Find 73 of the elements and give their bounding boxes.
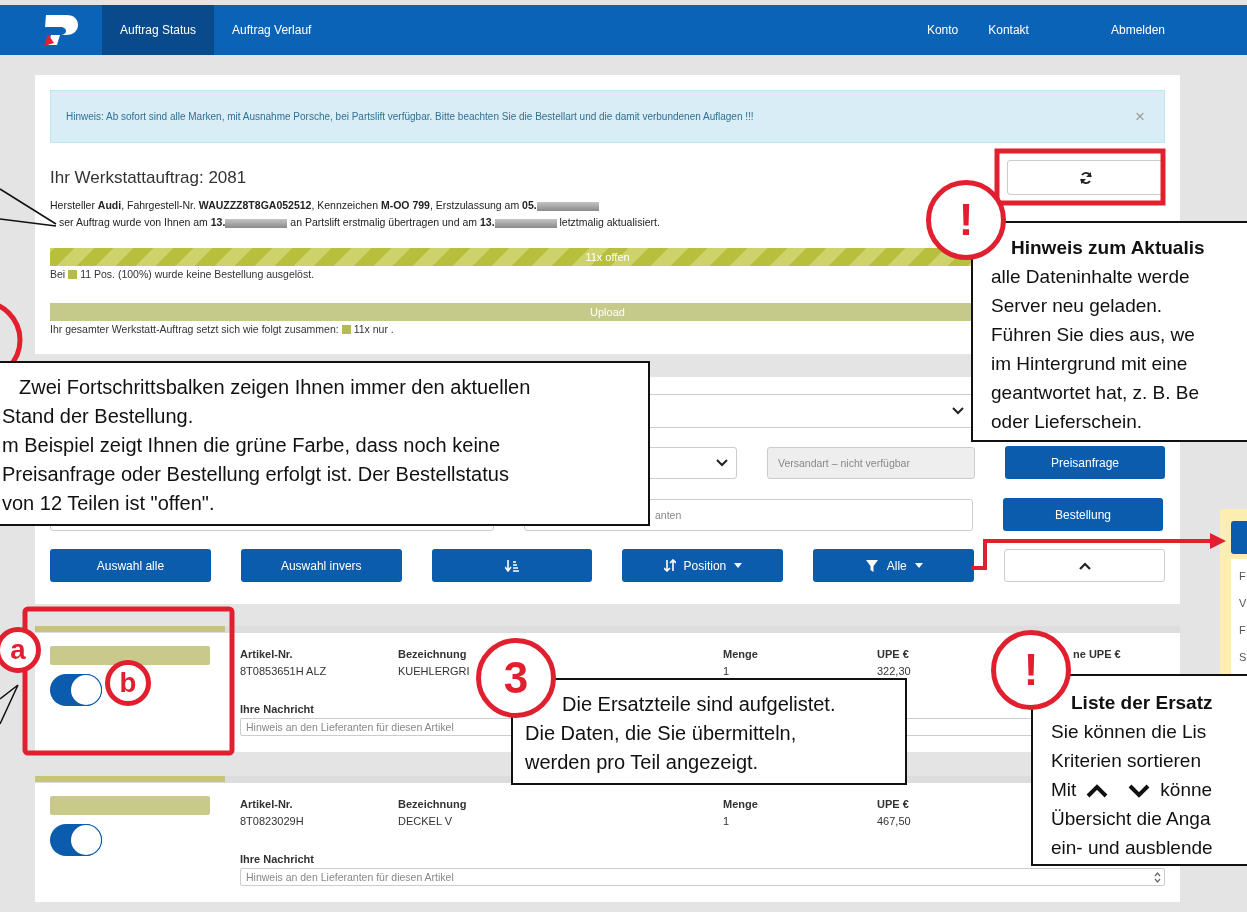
- callout-text: m Beispiel zeigt Ihnen die grüne Farbe, dass noch keine: [2, 433, 501, 458]
- quantity-value: 1: [723, 814, 730, 829]
- callout-text: geantwortet hat, z. B. Be: [991, 381, 1200, 405]
- callout-text: Führen Sie dies aus, we: [991, 323, 1195, 347]
- callout-text: werden pro Teil angezeigt.: [525, 750, 759, 775]
- toggle-switch[interactable]: [50, 674, 102, 706]
- article-number: 8T0823029H: [240, 814, 304, 829]
- callout-text: Übersicht die Anga: [1051, 807, 1211, 831]
- nav-tab[interactable]: Auftrag Verlauf: [214, 5, 330, 55]
- callout-text: Die Daten, die Sie übermitteln,: [525, 721, 797, 746]
- toggle-switch[interactable]: [50, 824, 102, 856]
- nav-link[interactable]: Abmelden: [1095, 5, 1180, 55]
- caret-icon: [734, 563, 743, 568]
- callout-text: im Hintergrund mit eine: [991, 352, 1188, 376]
- filter-button[interactable]: Alle: [813, 549, 975, 582]
- quantity-value: 1: [723, 664, 730, 679]
- price-value: 322,30: [877, 664, 911, 679]
- notice-text: Hinweis: Ab sofort sind alle Marken, mit Ausnahme Porsche, bei Partslift verfügbar. Bitte beachten Sie die Bestellart und die damit verbundenen Auflagen !!!: [66, 111, 754, 122]
- column-label: Artikel-Nr.: [240, 647, 293, 662]
- callout-text: Die Ersatzteile sind aufgelistet.: [562, 692, 836, 717]
- callout-text: Mit könne: [1051, 778, 1213, 802]
- nav-tab[interactable]: Auftrag Status: [102, 5, 215, 55]
- column-label: Bezeichnung: [398, 647, 467, 662]
- spinner-icon: [1154, 871, 1161, 883]
- column-label: Menge: [723, 797, 758, 812]
- message-label: Ihre Nachricht: [240, 852, 314, 867]
- chevron-down-icon: [1128, 784, 1151, 798]
- sort-direction-button[interactable]: [431, 549, 593, 582]
- filter-option[interactable]: F: [1239, 563, 1247, 590]
- callout-text: Stand der Bestellung.: [2, 404, 194, 429]
- callout-text: Zwei Fortschrittsbalken zeigen Ihnen immer den aktuellen: [19, 375, 531, 400]
- callout-text: Sie können die Lis: [1051, 720, 1207, 744]
- sort-icon: [663, 559, 676, 572]
- filter-option[interactable]: V: [1239, 590, 1247, 617]
- message-input[interactable]: Hinweis an den Lieferanten für diesen Artikel: [240, 868, 1165, 886]
- filter-option[interactable]: S: [1239, 644, 1247, 671]
- nav-link[interactable]: Kontakt: [973, 5, 1044, 55]
- price-request-button[interactable]: Preisanfrage: [1005, 446, 1165, 479]
- chevron-down-icon: [716, 458, 728, 467]
- column-label: UPE €: [877, 647, 909, 662]
- callout-text: Kriterien sortieren: [1051, 749, 1201, 773]
- column-label: Bezeichnung: [398, 797, 467, 812]
- caret-icon: [914, 563, 923, 568]
- nav-link[interactable]: Konto: [911, 5, 974, 55]
- filter-icon: [864, 558, 879, 573]
- callout-pointer-drawing: [0, 684, 19, 725]
- callout-heading: Liste der Ersatz: [1071, 691, 1213, 715]
- callout-text: ein- und ausblende: [1051, 836, 1213, 860]
- sort-icon: [505, 558, 520, 573]
- refresh-icon: [1079, 170, 1093, 185]
- chevron-down-icon: [952, 407, 964, 415]
- callout-number-badge: a: [0, 627, 41, 673]
- part-description: KUEHLERGRI: [398, 664, 470, 679]
- column-label: UPE €: [877, 797, 909, 812]
- message-label: Ihre Nachricht: [240, 702, 314, 717]
- select-all-button[interactable]: Auswahl alle: [50, 549, 211, 582]
- order-title: Ihr Werkstattauftrag: 2081: [50, 167, 247, 188]
- sort-position-button[interactable]: Position: [622, 549, 784, 582]
- filter-option[interactable]: F: [1239, 617, 1247, 644]
- column-label: Menge: [723, 647, 758, 662]
- chevron-up-icon: [1078, 561, 1091, 570]
- callout-text: oder Lieferschein.: [991, 410, 1143, 434]
- callout-text: von 12 Teilen ist "offen".: [2, 491, 215, 516]
- column-label: Artikel-Nr.: [240, 797, 293, 812]
- price-value: 467,50: [877, 814, 911, 829]
- article-number: 8T0853651H ALZ: [240, 664, 327, 679]
- column-label: ne UPE €: [1073, 647, 1121, 662]
- invert-selection-button[interactable]: Auswahl invers: [240, 549, 402, 582]
- part-description: DECKEL V: [398, 814, 452, 829]
- callout-text: Preisanfrage oder Bestellung erfolgt ist. Der Bestellstatus: [2, 462, 509, 487]
- order-button[interactable]: Bestellung: [1003, 498, 1163, 531]
- chevron-up-icon: [1086, 784, 1109, 798]
- callout-text: alle Dateninhalte werde: [991, 265, 1190, 289]
